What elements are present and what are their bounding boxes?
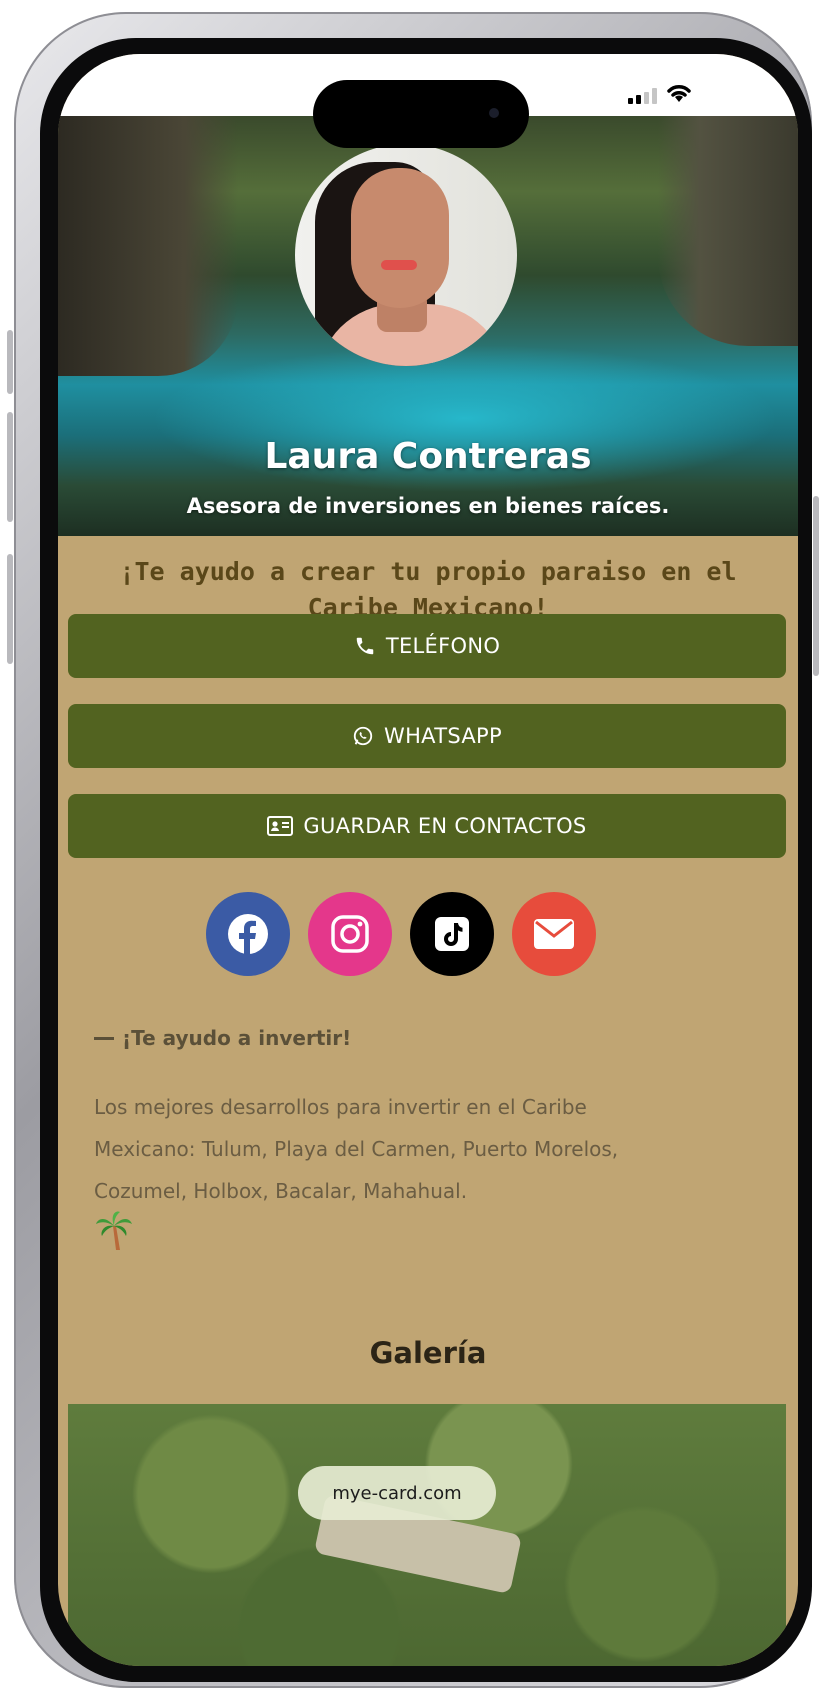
phone-frame: Laura Contreras Asesora de inversiones e…	[7, 12, 819, 1688]
cave-rock-left	[58, 116, 238, 376]
whatsapp-button-label: WHATSAPP	[384, 724, 502, 748]
mute-switch	[7, 554, 13, 664]
gallery-image[interactable]	[68, 1404, 786, 1666]
tiktok-link[interactable]	[410, 892, 494, 976]
email-link[interactable]	[512, 892, 596, 976]
save-contact-button[interactable]: GUARDAR EN CONTACTOS	[68, 794, 786, 858]
dynamic-island	[313, 80, 529, 148]
about-description: Los mejores desarrollos para invertir en…	[94, 1095, 619, 1203]
save-contact-button-label: GUARDAR EN CONTACTOS	[303, 814, 587, 838]
heading-dash	[94, 1036, 114, 1040]
phone-button[interactable]: TELÉFONO	[68, 614, 786, 678]
profile-title: Asesora de inversiones en bienes raíces.	[186, 494, 670, 518]
about-heading-text: ¡Te ayudo a invertir!	[122, 1026, 352, 1050]
social-links	[206, 892, 596, 976]
contact-card-icon	[267, 816, 294, 836]
url-bar[interactable]: mye-card.com	[298, 1466, 496, 1520]
volume-down-button	[7, 412, 13, 522]
facebook-link[interactable]	[206, 892, 290, 976]
power-button	[813, 496, 819, 676]
screen: Laura Contreras Asesora de inversiones e…	[58, 54, 798, 1666]
profile-name: Laura Contreras	[264, 436, 592, 477]
cave-rock-right	[658, 116, 798, 346]
instagram-icon	[331, 915, 369, 953]
wifi-icon	[667, 85, 691, 102]
whatsapp-icon	[353, 726, 373, 746]
facebook-icon	[228, 914, 268, 954]
cellular-signal-icon	[628, 88, 657, 104]
hero-banner: Laura Contreras Asesora de inversiones e…	[58, 116, 798, 536]
avatar	[295, 144, 517, 366]
instagram-link[interactable]	[308, 892, 392, 976]
email-icon	[534, 919, 574, 949]
about-heading: ¡Te ayudo a invertir!	[94, 1026, 351, 1050]
tiktok-icon	[435, 917, 469, 951]
phone-icon	[356, 637, 374, 655]
palm-tree-icon	[96, 1211, 132, 1250]
whatsapp-button[interactable]: WHATSAPP	[68, 704, 786, 768]
volume-up-button	[7, 330, 13, 394]
gallery-title: Galería	[369, 1336, 487, 1370]
phone-button-label: TELÉFONO	[385, 634, 501, 658]
